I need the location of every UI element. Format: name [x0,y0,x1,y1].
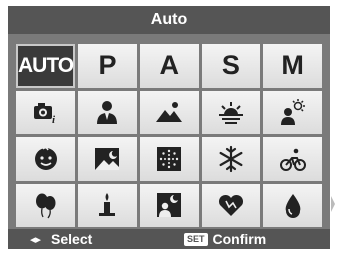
scene-sunset-button[interactable] [201,90,261,134]
cyclist-icon [279,148,306,171]
scene-snow-button[interactable] [201,137,261,181]
shooting-mode-grid: AUTO P A S M i [16,44,322,227]
baby-face-icon [34,146,57,170]
scene-baby-button[interactable] [16,137,76,181]
sunset-icon [218,102,243,125]
scene-backlight-portrait-button[interactable] [263,90,322,134]
screen-title: Auto [150,11,188,28]
mode-program-label: P [98,50,117,81]
mode-shutter-label: S [221,50,240,81]
night-portrait-icon [157,193,182,218]
fireworks-icon [157,146,182,171]
mode-auto-label: AUTO [18,54,74,78]
mode-aperture-label: A [159,50,179,81]
mode-manual-button[interactable]: M [263,44,322,88]
mode-aperture-button[interactable]: A [139,44,199,88]
scene-party-button[interactable] [16,183,76,227]
scene-sports-button[interactable] [263,137,322,181]
scene-underwater-button[interactable] [263,183,322,227]
left-right-arrows-icon: ◂▸ [30,233,42,246]
water-drop-icon [285,194,301,219]
scene-night-portrait-button[interactable] [139,183,199,227]
candle-icon [99,193,116,217]
title-bar: Auto [8,6,330,34]
mode-shutter-button[interactable]: S [201,44,261,88]
balloons-icon [35,193,56,219]
scene-night-landscape-button[interactable] [78,137,137,181]
select-label: Select [51,231,93,247]
landscape-mountain-icon [156,102,183,123]
backlight-portrait-icon [280,99,305,126]
portrait-person-icon [97,101,118,125]
svg-text:i: i [52,114,56,126]
heart-icon [218,195,243,217]
scene-pet-button[interactable] [201,183,261,227]
confirm-label: Confirm [212,231,267,247]
camera-intelligent-icon: i [33,103,56,126]
night-landscape-icon [95,147,120,170]
scene-portrait-button[interactable] [78,90,137,134]
mode-manual-label: M [281,50,304,81]
mode-auto-button[interactable]: AUTO [16,44,76,88]
scene-intelligent-auto-button[interactable]: i [16,90,76,134]
scroll-indicator [331,196,335,212]
scene-candlelight-button[interactable] [78,183,137,227]
bottom-hint-bar: ◂▸ Select SET Confirm [8,229,330,249]
mode-selection-screen: Auto AUTO P A S M i ◂▸ Select SET Confir… [8,6,330,249]
mode-program-button[interactable]: P [78,44,137,88]
set-button-badge: SET [184,232,208,246]
select-hint: ◂▸ Select [30,231,92,247]
snowflake-icon [219,145,243,172]
confirm-hint: SET Confirm [184,231,266,247]
scene-fireworks-button[interactable] [139,137,199,181]
scene-landscape-button[interactable] [139,90,199,134]
